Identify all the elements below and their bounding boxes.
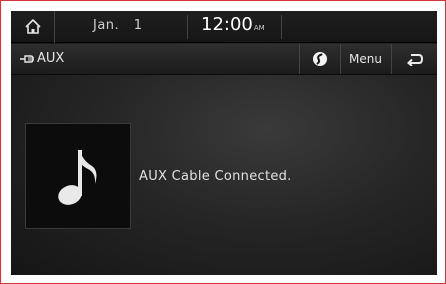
- back-button[interactable]: [391, 44, 437, 74]
- source-label: AUX: [37, 51, 65, 66]
- aux-plug-icon: [20, 54, 34, 63]
- sound-settings-icon: [312, 52, 327, 66]
- back-arrow-icon: [406, 54, 423, 66]
- clock-ampm: AM: [253, 24, 265, 32]
- menu-button[interactable]: Menu: [340, 44, 390, 74]
- album-art: [25, 123, 131, 229]
- divider: [187, 15, 188, 39]
- home-icon: [24, 19, 41, 34]
- screenshot-frame: Jan. 1 12:00AM AUX Menu AUX Cable Connec…: [0, 0, 446, 284]
- clock-time: 12:00: [201, 14, 253, 35]
- music-note-icon: [58, 150, 97, 205]
- source-title: AUX: [19, 51, 64, 66]
- status-bar: Jan. 1 12:00AM: [11, 11, 437, 43]
- divider: [281, 15, 282, 39]
- clock-display: 12:00AM: [201, 14, 265, 35]
- sound-settings-button[interactable]: [299, 44, 339, 74]
- connection-status: AUX Cable Connected.: [139, 169, 292, 184]
- date-display: Jan. 1: [93, 18, 143, 33]
- home-button[interactable]: [11, 11, 55, 43]
- head-unit-screen: Jan. 1 12:00AM AUX Menu AUX Cable Connec…: [11, 11, 437, 275]
- title-bar: AUX Menu: [11, 44, 437, 75]
